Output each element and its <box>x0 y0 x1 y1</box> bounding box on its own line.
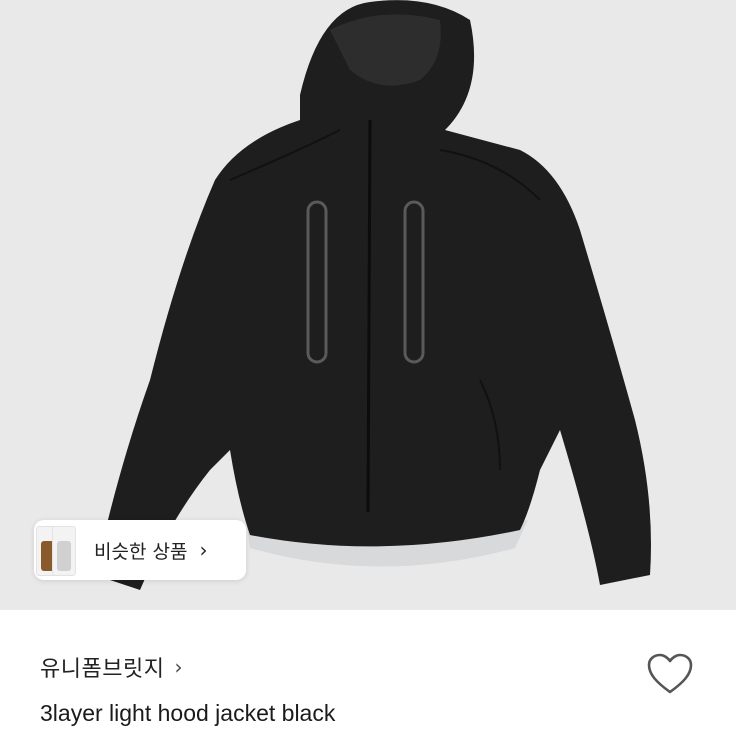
jacket-zipper <box>366 119 372 513</box>
product-photo[interactable] <box>0 0 736 610</box>
shop-name: 유니폼브릿지 <box>40 657 165 682</box>
product-title: 3layer light hood jacket black <box>40 700 336 726</box>
similar-items-button[interactable]: 비슷한 상품 › <box>34 520 246 580</box>
shop-link[interactable]: 유니폼브릿지 › <box>40 651 182 683</box>
thumbnail-white <box>52 526 76 576</box>
heart-outline-icon[interactable] <box>646 652 694 696</box>
chevron-right-icon: › <box>199 538 208 562</box>
similar-thumbnails <box>34 520 86 580</box>
jacket-body <box>95 0 651 590</box>
chevron-right-icon: › <box>174 655 183 679</box>
jacket-image <box>95 0 651 590</box>
similar-items-label: 비슷한 상품 <box>94 540 188 563</box>
